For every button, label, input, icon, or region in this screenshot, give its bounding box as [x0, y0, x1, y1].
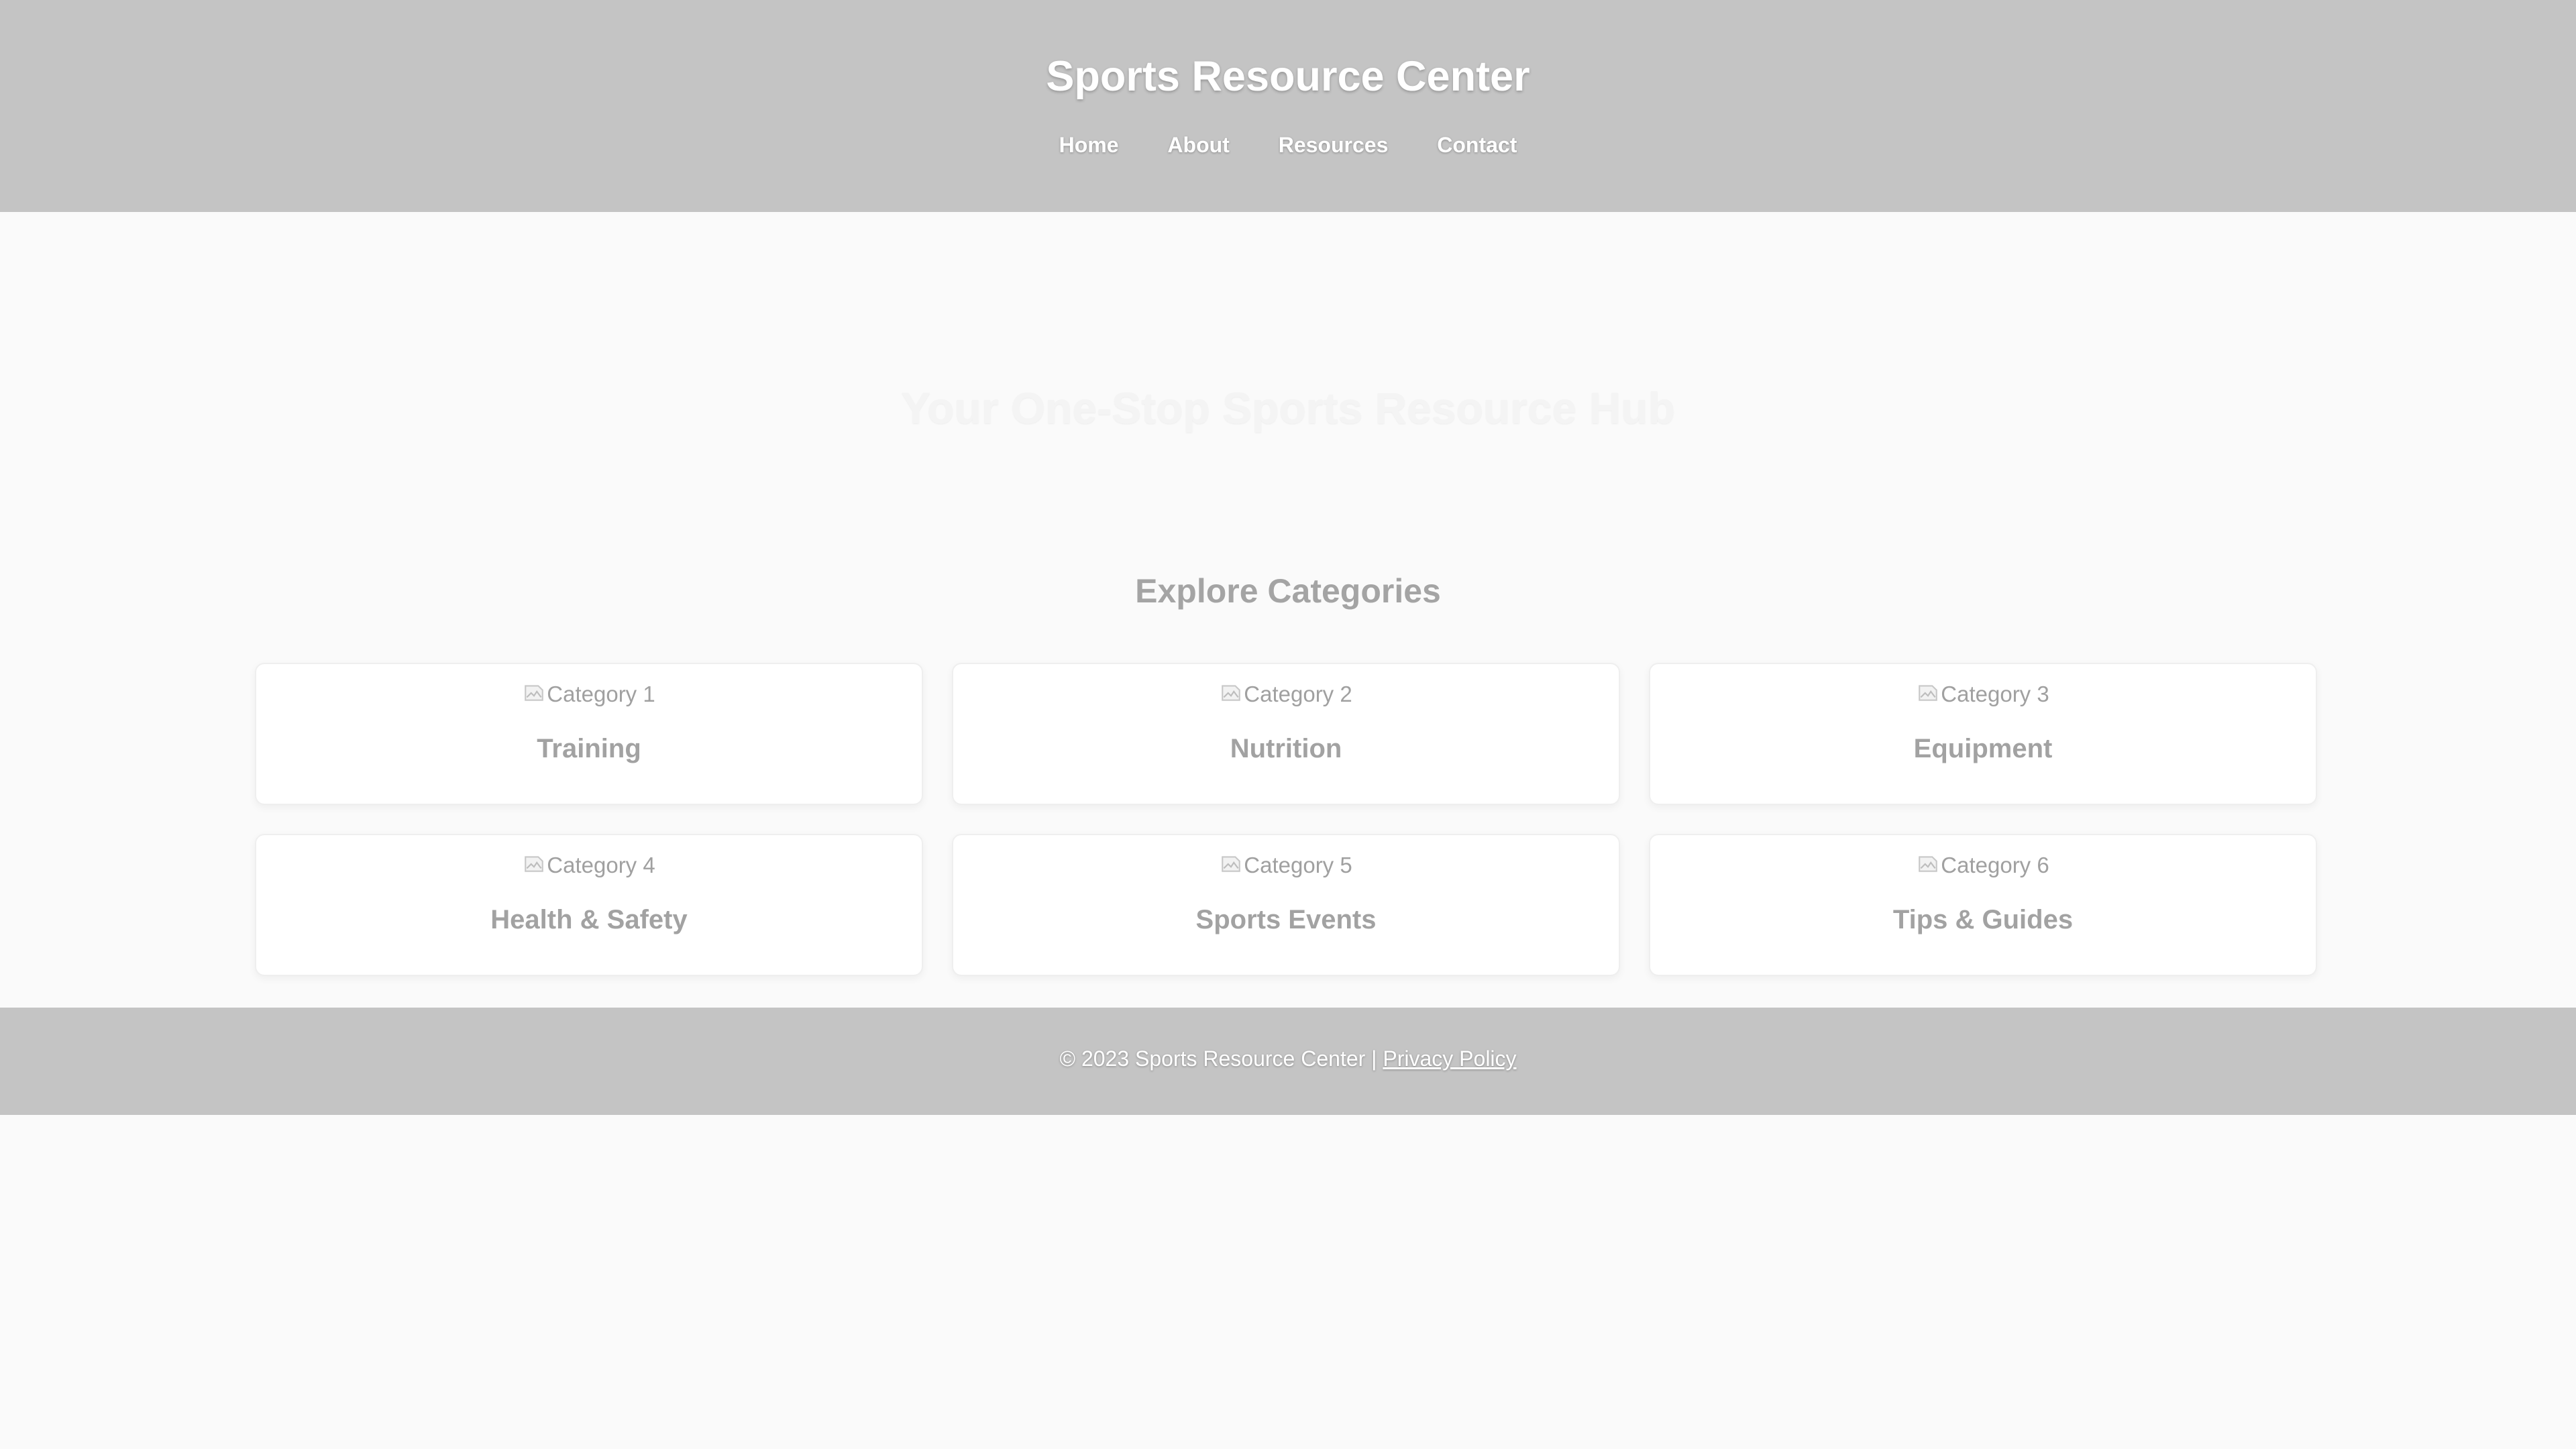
- category-image-alt: Category 5: [1244, 853, 1352, 877]
- nav-about-link[interactable]: About: [1167, 133, 1229, 158]
- category-name: Tips & Guides: [1892, 905, 2074, 934]
- site-footer: © 2023 Sports Resource Center | Privacy …: [0, 1008, 2576, 1115]
- nav-resources-link[interactable]: Resources: [1279, 133, 1389, 158]
- category-image-alt: Category 2: [1244, 682, 1352, 706]
- category-name: Health & Safety: [490, 905, 688, 934]
- footer-text: © 2023 Sports Resource Center | Privacy …: [0, 1046, 2576, 1071]
- site-title: Sports Resource Center: [1046, 53, 1530, 100]
- category-image-alt: Category 3: [1941, 682, 2049, 706]
- category-name: Nutrition: [1230, 734, 1342, 763]
- nav-home-link[interactable]: Home: [1059, 133, 1119, 158]
- category-image: Category 1: [256, 682, 922, 707]
- category-image-alt: Category 1: [547, 682, 655, 706]
- main-nav: Home About Resources Contact: [0, 133, 2576, 158]
- category-image-alt: Category 6: [1941, 853, 2049, 877]
- category-grid: Category 1 Training Category 2 Nutrition…: [255, 663, 2317, 976]
- category-image: Category 5: [953, 853, 1619, 878]
- category-name: Sports Events: [1195, 905, 1377, 934]
- category-name: Equipment: [1913, 734, 2053, 763]
- category-card-tips-guides[interactable]: Category 6 Tips & Guides: [1649, 834, 2317, 976]
- broken-image-icon: [1222, 685, 1241, 701]
- category-card-nutrition[interactable]: Category 2 Nutrition: [952, 663, 1620, 805]
- privacy-policy-link[interactable]: Privacy Policy: [1383, 1046, 1516, 1071]
- hero-tagline: Your One-Stop Sports Resource Hub: [901, 383, 1675, 433]
- category-image-alt: Category 4: [547, 853, 655, 877]
- category-image: Category 2: [953, 682, 1619, 707]
- copyright-text: © 2023 Sports Resource Center |: [1059, 1046, 1383, 1071]
- broken-image-icon: [525, 685, 544, 701]
- category-image: Category 3: [1650, 682, 2316, 707]
- site-header: Sports Resource Center Home About Resour…: [0, 0, 2576, 212]
- category-card-sports-events[interactable]: Category 5 Sports Events: [952, 834, 1620, 976]
- broken-image-icon: [1919, 856, 1938, 872]
- broken-image-icon: [525, 856, 544, 872]
- broken-image-icon: [1222, 856, 1241, 872]
- category-card-health-safety[interactable]: Category 4 Health & Safety: [255, 834, 923, 976]
- category-card-equipment[interactable]: Category 3 Equipment: [1649, 663, 2317, 805]
- category-card-training[interactable]: Category 1 Training: [255, 663, 923, 805]
- category-image: Category 4: [256, 853, 922, 878]
- category-name: Training: [537, 734, 641, 763]
- broken-image-icon: [1919, 685, 1938, 701]
- categories-title: Explore Categories: [1135, 572, 1441, 610]
- category-image: Category 6: [1650, 853, 2316, 878]
- nav-contact-link[interactable]: Contact: [1437, 133, 1517, 158]
